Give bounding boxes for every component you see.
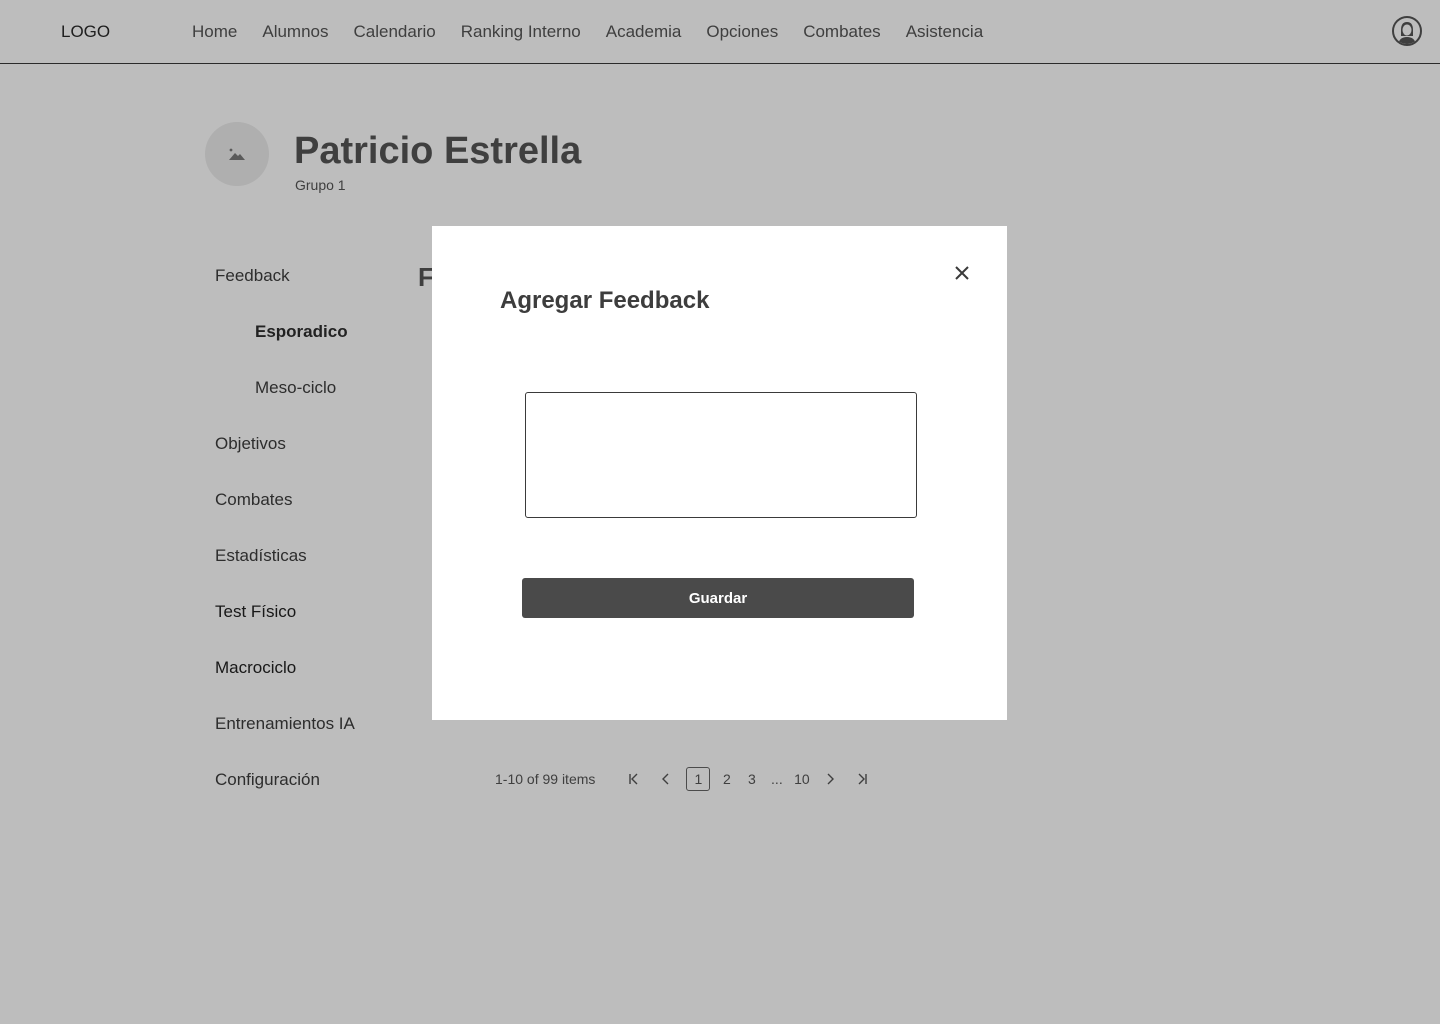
feedback-textarea[interactable] (525, 392, 917, 518)
close-icon[interactable] (950, 261, 974, 285)
save-button[interactable]: Guardar (522, 578, 914, 618)
add-feedback-modal: Agregar Feedback Guardar (432, 226, 1007, 720)
modal-title: Agregar Feedback (500, 287, 710, 314)
